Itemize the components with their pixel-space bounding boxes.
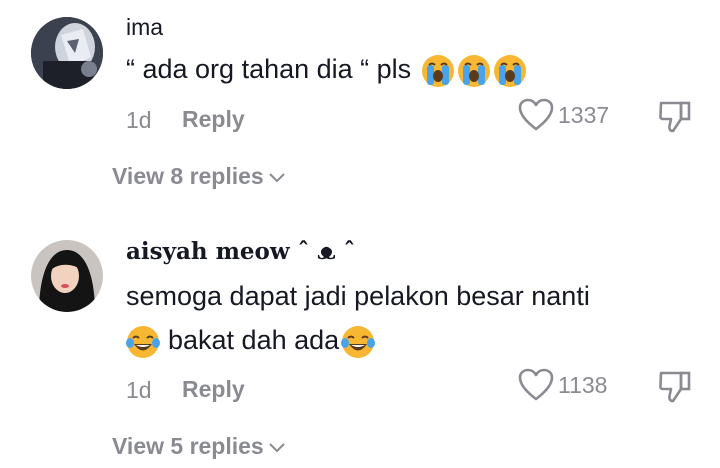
view-replies-button[interactable]: View 8 replies bbox=[112, 163, 286, 190]
face-with-tears-of-joy-icon bbox=[126, 326, 160, 358]
avatar-image bbox=[31, 17, 103, 89]
dislike-button[interactable] bbox=[657, 99, 693, 140]
loudly-crying-face-icon bbox=[493, 55, 526, 87]
like-count: 1138 bbox=[558, 371, 608, 398]
thumbs-down-icon bbox=[659, 101, 691, 133]
view-replies-button[interactable]: View 5 replies bbox=[112, 433, 286, 460]
thumbs-down-icon bbox=[659, 371, 691, 403]
timestamp: 1d bbox=[126, 107, 152, 133]
dislike-button[interactable] bbox=[657, 369, 693, 410]
comment-text-line-2: bakat dah ada bbox=[126, 325, 376, 359]
comment-text-content: bakat dah ada bbox=[168, 325, 340, 356]
comment-text-line-1: semoga dapat jadi pelakon besar nanti bbox=[126, 281, 590, 311]
reply-button[interactable]: Reply bbox=[182, 376, 245, 403]
heart-icon bbox=[518, 368, 554, 401]
loudly-crying-face-icon bbox=[457, 55, 490, 87]
timestamp: 1d bbox=[126, 377, 152, 403]
username[interactable]: aisyah meow ˆ ᴥ ˆ bbox=[126, 238, 355, 265]
avatar[interactable] bbox=[31, 17, 103, 89]
avatar[interactable] bbox=[31, 240, 103, 312]
chevron-down-icon bbox=[269, 172, 285, 182]
chevron-down-icon bbox=[269, 442, 285, 452]
comment-text: “ ada org tahan dia “ pls bbox=[126, 54, 527, 88]
like-button[interactable]: 1138 bbox=[518, 368, 607, 402]
comment-text-content: “ ada org tahan dia “ pls bbox=[126, 54, 412, 85]
like-count: 1337 bbox=[558, 101, 610, 128]
loudly-crying-face-icon bbox=[421, 55, 454, 87]
view-replies-label: View 8 replies bbox=[112, 163, 264, 189]
username[interactable]: ima bbox=[126, 14, 163, 41]
reply-button[interactable]: Reply bbox=[182, 106, 245, 133]
like-button[interactable]: 1337 bbox=[518, 98, 609, 132]
view-replies-label: View 5 replies bbox=[112, 433, 264, 459]
avatar-image bbox=[31, 240, 103, 312]
heart-icon bbox=[518, 98, 554, 131]
face-with-tears-of-joy-icon bbox=[341, 326, 376, 358]
